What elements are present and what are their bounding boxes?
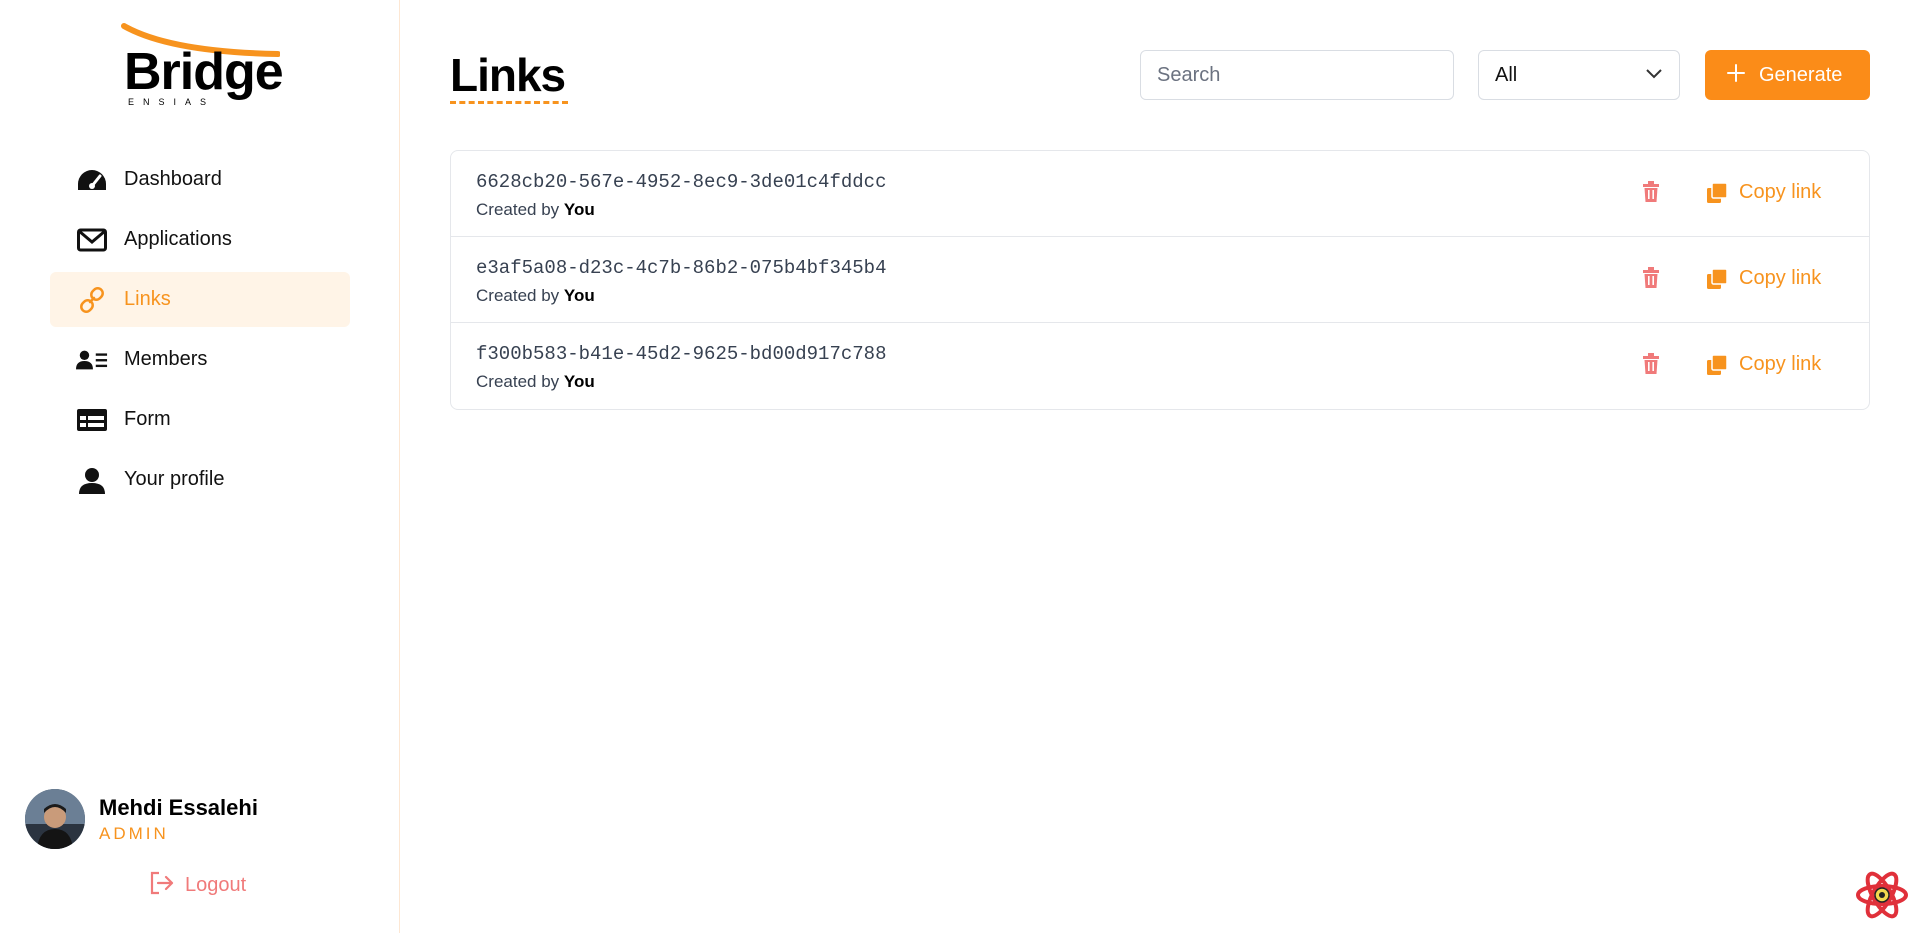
logout-label: Logout bbox=[185, 874, 247, 896]
trash-icon bbox=[1643, 181, 1659, 202]
generate-button[interactable]: Generate bbox=[1705, 50, 1870, 100]
copy-icon bbox=[1707, 354, 1727, 375]
copy-link-label: Copy link bbox=[1739, 181, 1822, 203]
filter-select-value: All bbox=[1495, 63, 1518, 86]
created-prefix: Created by bbox=[476, 200, 560, 219]
logout-button[interactable]: Logout bbox=[149, 871, 246, 900]
link-id: 6628cb20-567e-4952-8ec9-3de01c4fddcc bbox=[476, 171, 887, 193]
copy-icon bbox=[1707, 182, 1727, 203]
sidebar-item-label: Members bbox=[124, 348, 208, 370]
created-by: You bbox=[563, 200, 595, 219]
copy-link-label: Copy link bbox=[1739, 267, 1822, 289]
list-item: 6628cb20-567e-4952-8ec9-3de01c4fddcc Cre… bbox=[451, 151, 1869, 237]
user-name: Mehdi Essalehi bbox=[99, 794, 258, 820]
created-by: You bbox=[563, 372, 595, 391]
copy-link-button[interactable]: Copy link bbox=[1707, 267, 1821, 290]
form-icon bbox=[76, 404, 108, 436]
logout-icon bbox=[149, 871, 175, 900]
delete-button[interactable] bbox=[1642, 353, 1660, 380]
created-by: You bbox=[563, 286, 595, 305]
search-input[interactable] bbox=[1140, 50, 1454, 100]
created-prefix: Created by bbox=[476, 286, 560, 305]
sidebar-item-label: Your profile bbox=[124, 468, 225, 490]
logo-subtitle: ENSIAS bbox=[128, 97, 216, 107]
delete-button[interactable] bbox=[1642, 267, 1660, 294]
chevron-down-icon bbox=[1645, 66, 1663, 84]
sidebar: Bridge ENSIAS Dashboard Applications Lin… bbox=[0, 0, 400, 933]
logo-wordmark: Bridge bbox=[124, 43, 284, 101]
sidebar-item-label: Applications bbox=[124, 228, 232, 250]
sidebar-item-label: Links bbox=[124, 288, 171, 310]
link-meta: Created by You bbox=[476, 286, 595, 306]
react-devtools-icon[interactable] bbox=[1856, 870, 1908, 925]
members-icon bbox=[76, 344, 108, 376]
title-underline bbox=[450, 101, 568, 104]
trash-icon bbox=[1643, 267, 1659, 288]
link-id: e3af5a08-d23c-4c7b-86b2-075b4bf345b4 bbox=[476, 257, 887, 279]
sidebar-item-your-profile[interactable]: Your profile bbox=[50, 452, 350, 507]
sidebar-item-applications[interactable]: Applications bbox=[50, 212, 350, 267]
sidebar-item-dashboard[interactable]: Dashboard bbox=[50, 152, 350, 207]
user-icon bbox=[76, 464, 108, 496]
copy-link-button[interactable]: Copy link bbox=[1707, 181, 1821, 204]
gauge-icon bbox=[76, 164, 108, 196]
created-prefix: Created by bbox=[476, 372, 560, 391]
list-item: e3af5a08-d23c-4c7b-86b2-075b4bf345b4 Cre… bbox=[451, 237, 1869, 323]
sidebar-item-members[interactable]: Members bbox=[50, 332, 350, 387]
list-item: f300b583-b41e-45d2-9625-bd00d917c788 Cre… bbox=[451, 323, 1869, 409]
user-role: ADMIN bbox=[99, 823, 169, 843]
copy-icon bbox=[1707, 268, 1727, 289]
user-card: Mehdi Essalehi ADMIN bbox=[25, 789, 258, 849]
page-title: Links bbox=[450, 49, 566, 101]
trash-icon bbox=[1643, 353, 1659, 374]
envelope-icon bbox=[76, 224, 108, 256]
copy-link-button[interactable]: Copy link bbox=[1707, 353, 1821, 376]
link-meta: Created by You bbox=[476, 200, 595, 220]
generate-label: Generate bbox=[1759, 63, 1843, 86]
sidebar-item-form[interactable]: Form bbox=[50, 392, 350, 447]
link-icon bbox=[76, 284, 108, 316]
link-id: f300b583-b41e-45d2-9625-bd00d917c788 bbox=[476, 343, 887, 365]
copy-link-label: Copy link bbox=[1739, 353, 1822, 375]
sidebar-nav: Dashboard Applications Links Members For… bbox=[50, 152, 350, 512]
sidebar-item-links[interactable]: Links bbox=[50, 272, 350, 327]
plus-icon bbox=[1727, 63, 1745, 87]
delete-button[interactable] bbox=[1642, 181, 1660, 208]
user-info: Mehdi Essalehi ADMIN bbox=[99, 795, 258, 844]
filter-select[interactable]: All bbox=[1478, 50, 1680, 100]
bridge-logo[interactable]: Bridge ENSIAS bbox=[120, 22, 284, 107]
sidebar-item-label: Form bbox=[124, 408, 171, 430]
link-meta: Created by You bbox=[476, 372, 595, 392]
links-list: 6628cb20-567e-4952-8ec9-3de01c4fddcc Cre… bbox=[450, 150, 1870, 410]
sidebar-item-label: Dashboard bbox=[124, 168, 222, 190]
avatar[interactable] bbox=[25, 789, 85, 849]
